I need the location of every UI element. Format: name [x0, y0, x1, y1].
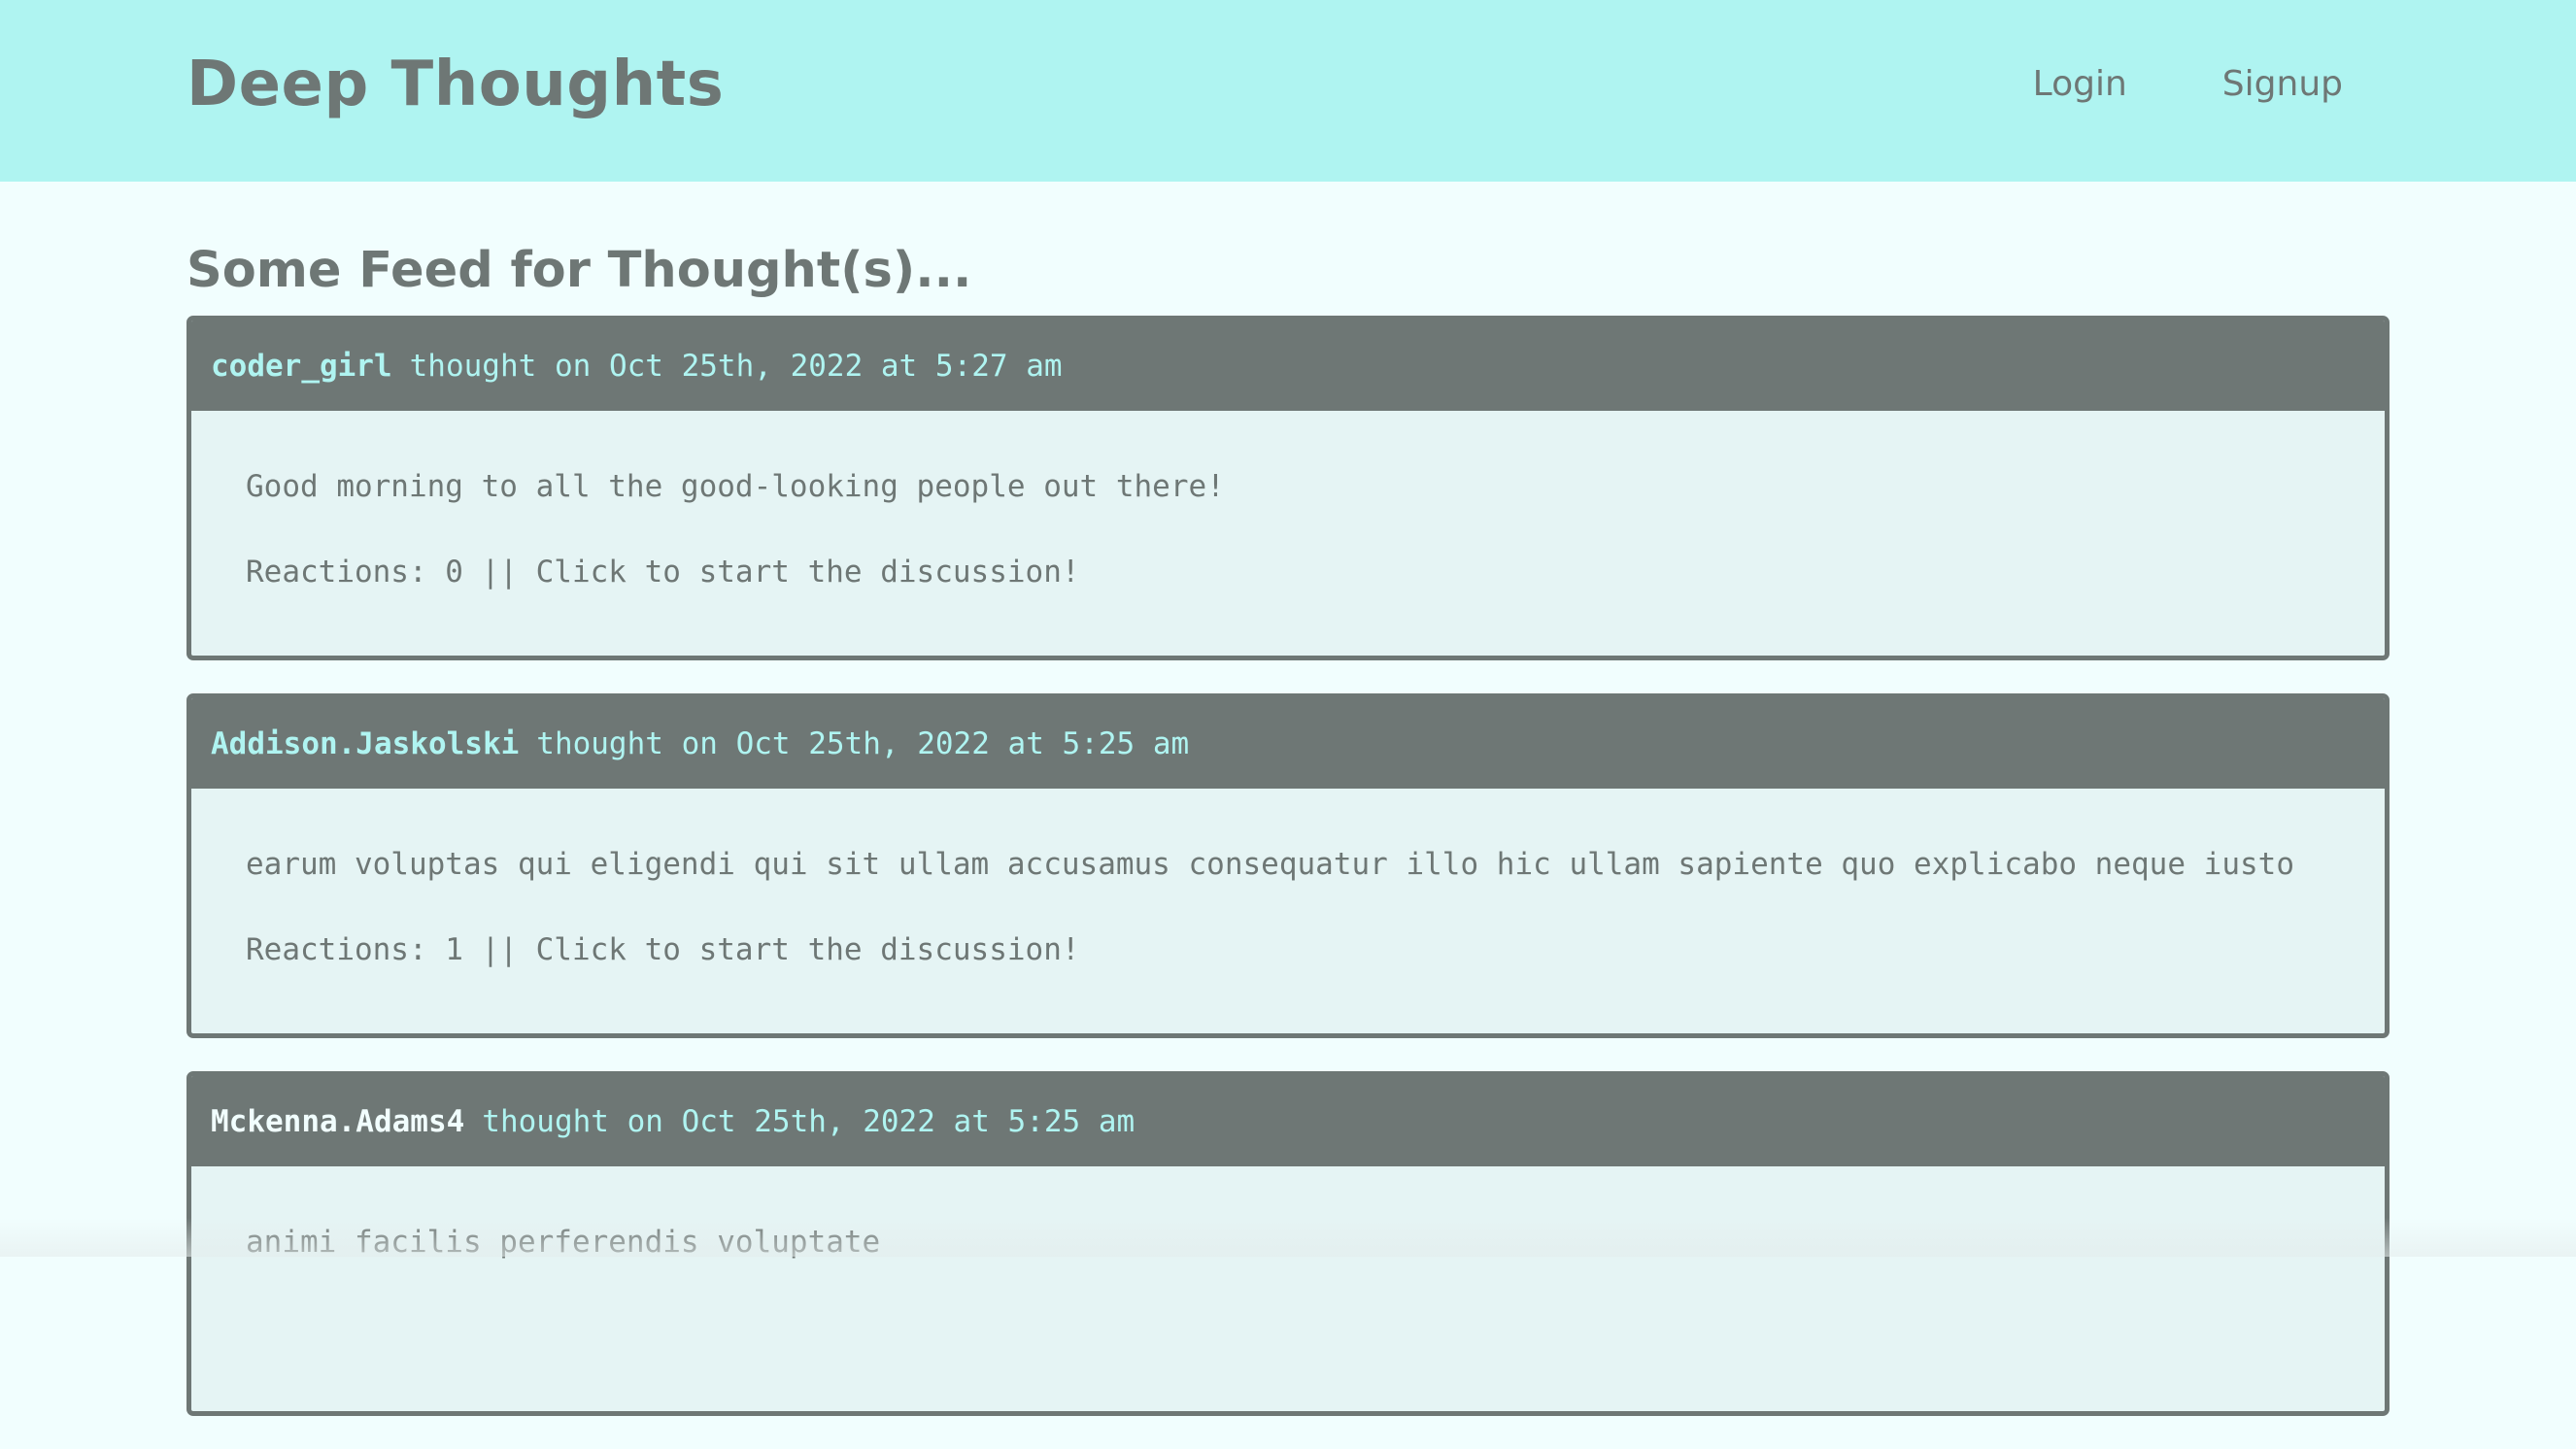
- thought-meta: thought on Oct 25th, 2022 at 5:25 am: [536, 726, 1189, 761]
- thought-username[interactable]: Addison.Jaskolski: [211, 726, 519, 761]
- thought-meta: thought on Oct 25th, 2022 at 5:25 am: [482, 1104, 1135, 1139]
- thought-text: animi facilis perferendis voluptate: [246, 1223, 2385, 1308]
- thought-card-header: Addison.Jaskolski thought on Oct 25th, 2…: [191, 698, 2385, 789]
- feed-title: Some Feed for Thought(s)...: [186, 240, 2390, 316]
- site-header: Deep Thoughts Login Signup: [0, 0, 2576, 182]
- thought-text: earum voluptas qui eligendi qui sit ulla…: [246, 845, 2385, 930]
- thought-meta: thought on Oct 25th, 2022 at 5:27 am: [410, 349, 1063, 384]
- main-nav: Login Signup: [2033, 60, 2343, 109]
- thought-username[interactable]: coder_girl: [211, 349, 392, 384]
- thought-text: Good morning to all the good-looking peo…: [246, 467, 2385, 553]
- thought-username[interactable]: Mckenna.Adams4: [211, 1104, 464, 1139]
- login-link[interactable]: Login: [2033, 60, 2127, 109]
- site-title[interactable]: Deep Thoughts: [186, 41, 724, 128]
- thought-card: Addison.Jaskolski thought on Oct 25th, 2…: [186, 693, 2390, 1038]
- thought-card-header: coder_girl thought on Oct 25th, 2022 at …: [191, 320, 2385, 411]
- signup-link[interactable]: Signup: [2222, 60, 2343, 109]
- main-content: Some Feed for Thought(s)... coder_girl t…: [186, 182, 2390, 1449]
- thought-reactions-link[interactable]: Reactions: 1 || Click to start the discu…: [246, 930, 2385, 969]
- thought-card-header: Mckenna.Adams4 thought on Oct 25th, 2022…: [191, 1076, 2385, 1166]
- thought-card-body[interactable]: Good morning to all the good-looking peo…: [191, 411, 2385, 656]
- thought-reactions-link[interactable]: Reactions: 0 || Click to start the discu…: [246, 553, 2385, 591]
- thought-card: coder_girl thought on Oct 25th, 2022 at …: [186, 316, 2390, 660]
- thought-card: Mckenna.Adams4 thought on Oct 25th, 2022…: [186, 1071, 2390, 1416]
- thought-card-body[interactable]: earum voluptas qui eligendi qui sit ulla…: [191, 789, 2385, 1033]
- thought-card-body[interactable]: animi facilis perferendis voluptate: [191, 1166, 2385, 1411]
